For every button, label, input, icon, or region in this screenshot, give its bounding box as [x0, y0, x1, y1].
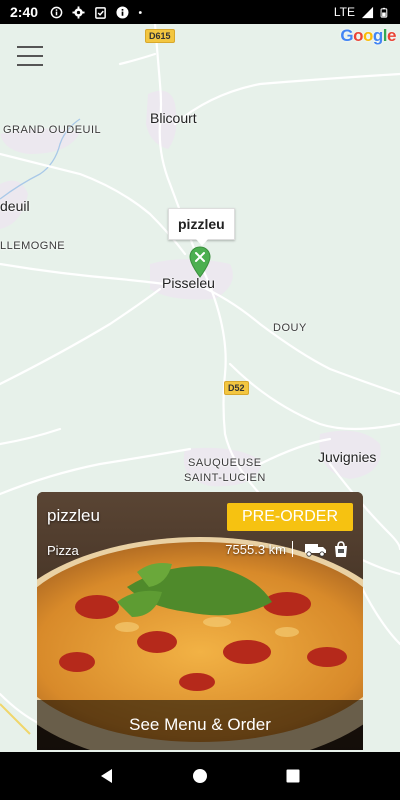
clipboard-check-icon: [95, 6, 106, 19]
takeaway-bag-icon: [335, 541, 347, 557]
place-blicourt: Blicourt: [150, 110, 197, 126]
marker-callout[interactable]: pizzleu: [168, 208, 235, 246]
road-badge-d52: D52: [224, 381, 249, 395]
wifi-signal-icon: [361, 6, 374, 18]
restaurant-distance: 7555.3 km: [225, 541, 286, 557]
status-right: LTE: [334, 5, 390, 19]
meta-divider: [292, 541, 293, 557]
info-circle-icon: [50, 6, 63, 18]
recents-button[interactable]: [282, 765, 304, 787]
place-douy: DOUY: [273, 322, 307, 334]
place-lemogne: LLEMOGNE: [0, 240, 66, 252]
delivery-truck-icon: [305, 544, 326, 557]
preorder-button[interactable]: PRE-ORDER: [226, 503, 353, 531]
battery-icon: [380, 7, 388, 18]
place-juvignies: Juvignies: [318, 449, 377, 465]
back-triangle-icon: [100, 769, 112, 783]
hamburger-icon: [17, 46, 43, 48]
marker-label: pizzleu: [178, 216, 225, 232]
system-nav-bar: [0, 752, 400, 800]
restaurant-name: pizzleu: [47, 506, 100, 525]
network-type: LTE: [333, 5, 355, 19]
dot-icon: [138, 10, 142, 14]
status-bar: 2:40 LTE: [0, 0, 400, 24]
restaurant-meta: 7555.3 km: [225, 540, 350, 558]
info-filled-icon: [116, 5, 129, 19]
home-circle-icon: [192, 769, 207, 783]
google-logo: Google: [340, 26, 396, 45]
restaurant-marker-icon[interactable]: [189, 246, 211, 278]
settings-gear-icon: [72, 5, 85, 19]
menu-button[interactable]: [17, 46, 45, 66]
back-button[interactable]: [96, 765, 118, 787]
place-grand-oudeuil: GRAND OUDEUIL: [3, 124, 102, 136]
restaurant-card[interactable]: pizzleu PRE-ORDER Pizza 7555.3 km See Me…: [37, 492, 363, 750]
see-menu-order-button[interactable]: See Menu & Order: [37, 700, 363, 750]
road-badge-d615: D615: [145, 29, 175, 43]
home-button[interactable]: [189, 765, 211, 787]
recents-square-icon: [286, 769, 300, 783]
restaurant-category: Pizza: [47, 543, 79, 558]
place-sauqueuse: SAUQUEUSE: [188, 457, 262, 469]
place-saint-lucien: SAINT-LUCIEN: [184, 472, 266, 484]
place-oudeuil: deuil: [0, 198, 30, 214]
notification-icons: [50, 5, 146, 19]
status-time: 2:40: [10, 4, 39, 20]
